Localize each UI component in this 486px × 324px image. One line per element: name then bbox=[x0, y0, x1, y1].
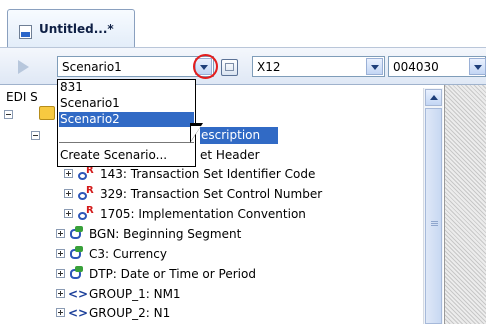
segment-icon bbox=[69, 226, 85, 241]
tree-item-label: 143: Transaction Set Identifier Code bbox=[100, 167, 316, 181]
element-icon: R bbox=[78, 166, 94, 181]
mouse-cursor-fill bbox=[191, 126, 201, 141]
tree-item-element[interactable]: R 143: Transaction Set Identifier Code bbox=[60, 165, 420, 183]
tree-expander[interactable] bbox=[64, 209, 73, 218]
tab-title: Untitled...* bbox=[39, 22, 114, 36]
tree-item-segment[interactable]: DTP: Date or Time or Period bbox=[52, 265, 412, 283]
tree-expander[interactable] bbox=[56, 269, 65, 278]
root-expander[interactable] bbox=[4, 110, 13, 119]
dropdown-option-scenario2[interactable]: Scenario2 bbox=[59, 112, 194, 127]
tree-expander[interactable] bbox=[56, 229, 65, 238]
tree-item-label: GROUP_1: NM1 bbox=[89, 287, 181, 301]
segment-icon bbox=[69, 266, 85, 281]
tree-expander[interactable] bbox=[56, 289, 65, 298]
tree-item-group[interactable]: <> GROUP_1: NM1 bbox=[52, 285, 412, 303]
tree-item-group[interactable]: <> GROUP_2: N1 bbox=[52, 304, 412, 322]
tree-item-label: 329: Transaction Set Control Number bbox=[100, 187, 323, 201]
tree-item-label: DTP: Date or Time or Period bbox=[89, 267, 256, 281]
chevron-down-icon[interactable] bbox=[469, 58, 486, 75]
chevron-down-icon[interactable] bbox=[366, 58, 383, 75]
scenario-dropdown-list: 831 Scenario1 Scenario2 Create Scenario.… bbox=[57, 79, 196, 167]
tree-expander[interactable] bbox=[64, 189, 73, 198]
tree-expander[interactable] bbox=[31, 131, 40, 140]
tree-item-description-selected[interactable]: escription bbox=[200, 127, 278, 144]
edi-document-icon bbox=[19, 25, 32, 39]
tree-item-header[interactable]: et Header bbox=[200, 146, 260, 164]
scenario-combo[interactable]: Scenario1 bbox=[57, 56, 214, 77]
folder-icon bbox=[39, 106, 55, 120]
document-tab-bar: Untitled...* bbox=[0, 0, 486, 48]
create-scenario-option[interactable]: Create Scenario... bbox=[59, 148, 194, 163]
tree-expander[interactable] bbox=[56, 308, 65, 317]
segment-icon bbox=[69, 246, 85, 261]
group-icon: <> bbox=[68, 287, 89, 301]
tree-item-segment[interactable]: BGN: Beginning Segment bbox=[52, 225, 412, 243]
scroll-up-icon[interactable] bbox=[425, 89, 442, 106]
version-combo[interactable]: 004030 bbox=[388, 56, 486, 77]
run-icon[interactable] bbox=[18, 60, 29, 74]
document-tab[interactable]: Untitled...* bbox=[7, 9, 135, 47]
standard-combo[interactable]: X12 bbox=[252, 56, 385, 77]
group-icon: <> bbox=[68, 306, 89, 320]
tree-item-label: C3: Currency bbox=[89, 247, 167, 261]
dropdown-separator bbox=[59, 142, 194, 143]
tree-expander[interactable] bbox=[64, 169, 73, 178]
tree-item-label: BGN: Beginning Segment bbox=[89, 227, 242, 241]
dropdown-option-831[interactable]: 831 bbox=[59, 80, 194, 95]
side-panel-hatch bbox=[444, 85, 486, 324]
scenario-edit-button[interactable] bbox=[221, 59, 238, 76]
element-icon: R bbox=[78, 206, 94, 221]
scenario-value: Scenario1 bbox=[62, 60, 122, 74]
tree-item-element[interactable]: R 329: Transaction Set Control Number bbox=[60, 185, 420, 203]
tree-root-label: EDI S bbox=[6, 90, 38, 104]
tree-item-segment[interactable]: C3: Currency bbox=[52, 245, 412, 263]
scroll-thumb[interactable] bbox=[425, 108, 442, 324]
tree-item-element[interactable]: R 1705: Implementation Convention bbox=[60, 205, 420, 223]
dropdown-option-scenario1[interactable]: Scenario1 bbox=[59, 96, 194, 111]
annotation-circle bbox=[193, 54, 218, 79]
vertical-scrollbar[interactable] bbox=[423, 88, 443, 324]
element-icon: R bbox=[78, 186, 94, 201]
tree-expander[interactable] bbox=[56, 249, 65, 258]
version-value: 004030 bbox=[393, 60, 439, 74]
tree-item-label: 1705: Implementation Convention bbox=[100, 207, 306, 221]
tree-item-label: GROUP_2: N1 bbox=[89, 306, 171, 320]
tree-item-label: escription bbox=[201, 128, 261, 142]
standard-value: X12 bbox=[257, 60, 281, 74]
